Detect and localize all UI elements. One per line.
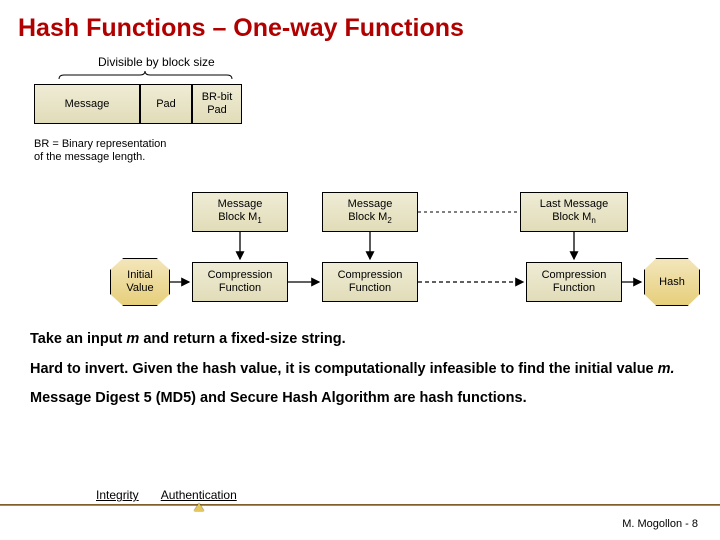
- iv-l2: Value: [126, 282, 153, 294]
- pad-box: Pad: [140, 84, 192, 124]
- m2-l1: Message: [348, 198, 393, 210]
- integrity-link[interactable]: Integrity: [96, 488, 139, 502]
- slide-title: Hash Functions – One-way Functions: [18, 14, 702, 43]
- c1-l2: Function: [219, 282, 261, 294]
- hash-label: Hash: [659, 276, 685, 289]
- brace-icon: [58, 70, 233, 80]
- m1-sub: 1: [257, 216, 261, 225]
- footer-author: M. Mogollon - 8: [622, 518, 698, 530]
- bottom-line: [0, 504, 720, 506]
- br-bit-pad-box: BR-bit Pad: [192, 84, 242, 124]
- cn-l1: Compression: [542, 269, 607, 281]
- desc-3: Message Digest 5 (MD5) and Secure Hash A…: [30, 389, 696, 409]
- c1-l1: Compression: [208, 269, 273, 281]
- divisible-group: Divisible by block size: [58, 55, 702, 80]
- mn-l2a: Block M: [552, 211, 591, 223]
- m2-l2a: Block M: [348, 211, 387, 223]
- compress-1: Compression Function: [192, 262, 288, 302]
- hash-octagon: Hash: [644, 258, 700, 306]
- cn-l2: Function: [553, 282, 595, 294]
- m1-l1: Message: [218, 198, 263, 210]
- msg-block-n: Last Message Block Mn: [520, 192, 628, 232]
- br-line1: BR-bit: [202, 91, 233, 103]
- m2-sub: 2: [387, 216, 391, 225]
- mn-sub: n: [591, 216, 595, 225]
- divisible-label: Divisible by block size: [98, 55, 702, 69]
- triangle-icon: [194, 503, 204, 511]
- authentication-link[interactable]: Authentication: [161, 488, 237, 502]
- msg-block-2: Message Block M2: [322, 192, 418, 232]
- br-line2: Pad: [207, 104, 227, 116]
- compress-n: Compression Function: [526, 262, 622, 302]
- iv-l1: Initial: [127, 269, 153, 281]
- c2-l1: Compression: [338, 269, 403, 281]
- msg-block-1: Message Block M1: [192, 192, 288, 232]
- bottom-bar: Integrity Authentication: [0, 488, 720, 506]
- compress-2: Compression Function: [322, 262, 418, 302]
- br-note: BR = Binary representation of the messag…: [34, 138, 174, 164]
- desc-1: Take an input m and return a fixed-size …: [30, 330, 696, 350]
- initial-value-octagon: Initial Value: [110, 258, 170, 306]
- m1-l2a: Block M: [218, 211, 257, 223]
- message-box: Message: [34, 84, 140, 124]
- description-block: Take an input m and return a fixed-size …: [30, 330, 696, 419]
- mn-l1: Last Message: [540, 198, 608, 210]
- desc-2: Hard to invert. Given the hash value, it…: [30, 360, 696, 380]
- top-row: Message Pad BR-bit Pad: [34, 84, 702, 124]
- c2-l2: Function: [349, 282, 391, 294]
